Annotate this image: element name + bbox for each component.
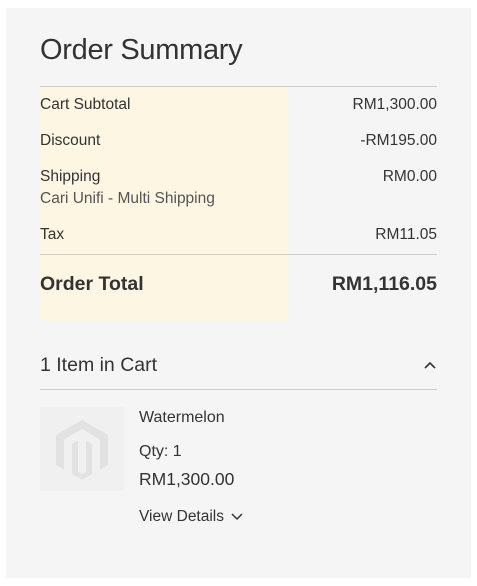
order-summary-panel: Order Summary Cart Subtotal RM1,300.00 D… (6, 8, 471, 578)
view-details-label[interactable]: View Details (139, 508, 224, 526)
magento-placeholder-icon (56, 420, 108, 480)
order-summary-title: Order Summary (40, 34, 243, 66)
tax-value: RM11.05 (375, 226, 437, 243)
tax-label: Tax (40, 226, 65, 243)
order-total-label: Order Total (40, 273, 144, 295)
shipping-method-label: Cari Unifi - Multi Shipping (40, 190, 215, 207)
divider (40, 389, 437, 390)
shipping-value: RM0.00 (382, 168, 437, 185)
shipping-label: Shipping (40, 168, 101, 185)
divider (40, 254, 437, 255)
discount-value: -RM195.00 (360, 132, 437, 149)
cart-subtotal-label: Cart Subtotal (40, 96, 131, 113)
cart-subtotal-value: RM1,300.00 (352, 96, 437, 113)
discount-label: Discount (40, 132, 101, 149)
product-qty: Qty: 1 (139, 443, 182, 460)
product-price: RM1,300.00 (139, 469, 235, 489)
chevron-down-icon[interactable] (230, 512, 244, 522)
chevron-up-icon[interactable] (423, 360, 437, 370)
items-in-cart-toggle[interactable]: 1 Item in Cart (40, 354, 157, 377)
product-thumbnail[interactable] (40, 407, 124, 491)
order-total-value: RM1,116.05 (331, 273, 437, 295)
product-name: Watermelon (139, 409, 225, 426)
view-details-link[interactable]: View Details (139, 508, 244, 526)
